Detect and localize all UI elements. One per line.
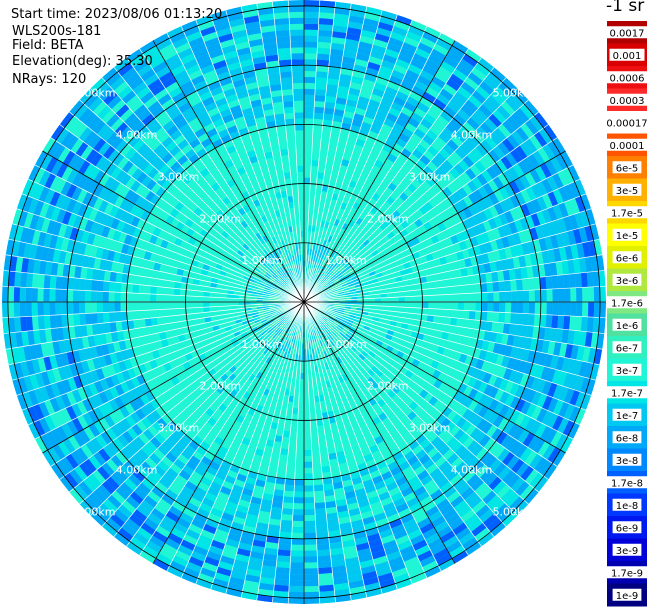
colorbar-tick-label: 1e-6 (616, 321, 639, 332)
colorbar-tick-label: 1.7e-7 (611, 388, 643, 399)
colorbar-tick-label: 1.7e-6 (611, 298, 643, 309)
colorbar-tick-label: 3e-7 (616, 366, 639, 377)
colorbar-tick-label: 1.7e-5 (611, 208, 643, 219)
colorbar-tick-label: 3e-8 (616, 456, 639, 467)
colorbar: 0.0017 0.001 0.0006 0.0003 0.00017 0.0001 6e-5… (603, 21, 647, 607)
colorbar-tick-label: 0.0017 (610, 28, 645, 39)
colorbar-tick-label: 6e-5 (616, 163, 639, 174)
colorbar-tick-label: 3e-9 (616, 546, 639, 557)
colorbar-tick-label: 0.0001 (610, 141, 645, 152)
colorbar-tick-label: 0.001 (613, 51, 642, 62)
colorbar-tick-label: 6e-7 (616, 343, 639, 354)
colorbar-tick-label: 0.00017 (606, 118, 647, 129)
colorbar-tick-label: 6e-6 (616, 253, 639, 264)
colorbar-tick-label: 1e-9 (616, 591, 639, 602)
colorbar-tick-label: 1e-7 (616, 411, 639, 422)
colorbar-tick-label: 0.0003 (610, 96, 645, 107)
colorbar-tick-label: 3e-5 (616, 186, 639, 197)
colorbar-tick-label: 1.7e-9 (611, 568, 643, 579)
colorbar-tick-label: 1.7e-8 (611, 478, 643, 489)
colorbar-tick-label: 1e-8 (616, 501, 639, 512)
colorbar-tick-label: 1e-5 (616, 231, 639, 242)
colorbar-tick-label: 6e-8 (616, 433, 639, 444)
colorbar-tick-label: 3e-6 (616, 276, 639, 287)
colorbar-tick-label: 0.0006 (610, 73, 645, 84)
colorbar-tick-label: 6e-9 (616, 523, 639, 534)
